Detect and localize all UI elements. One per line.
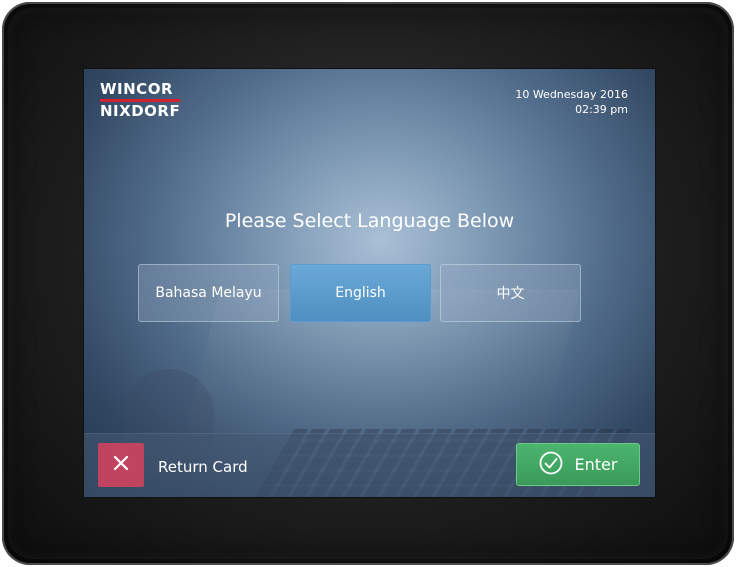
check-circle-icon [539, 451, 563, 479]
close-icon [113, 455, 129, 475]
return-card-label[interactable]: Return Card [158, 458, 248, 476]
date-time: 10 Wednesday 2016 02:39 pm [515, 87, 628, 117]
logo-line-1: WINCOR [100, 80, 173, 98]
language-button-english[interactable]: English [290, 264, 431, 322]
enter-label: Enter [574, 455, 618, 474]
enter-button[interactable]: Enter [516, 443, 640, 486]
language-label: Bahasa Melayu [155, 285, 262, 301]
language-button-malay[interactable]: Bahasa Melayu [138, 264, 279, 322]
date-text: 10 Wednesday 2016 [515, 88, 628, 101]
kiosk-screen: WINCOR NIXDORF 10 Wednesday 2016 02:39 p… [83, 68, 656, 498]
language-button-chinese[interactable]: 中文 [440, 264, 581, 322]
language-label: 中文 [496, 286, 525, 302]
return-card-button[interactable] [98, 443, 144, 487]
page-heading: Please Select Language Below [224, 210, 515, 232]
language-label: English [335, 285, 386, 301]
wincor-nixdorf-logo: WINCOR NIXDORF [100, 81, 180, 120]
time-text: 02:39 pm [575, 103, 628, 116]
logo-line-2: NIXDORF [100, 102, 181, 120]
